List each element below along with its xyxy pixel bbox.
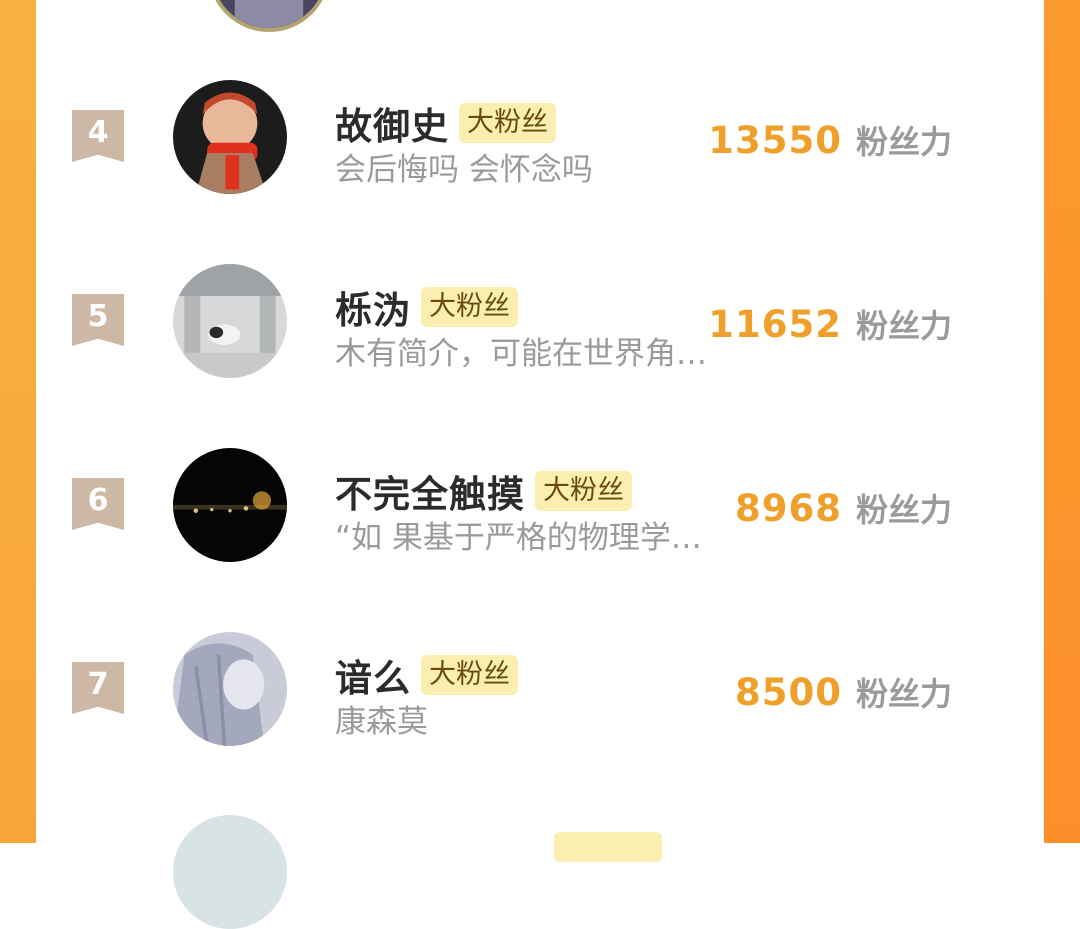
fan-ranking-list: 4 故御史 大粉丝 会后悔吗 会怀念吗 13550 粉丝力 5 栎沩 大粉丝 木… xyxy=(36,0,1044,929)
user-name[interactable]: 栎沩 xyxy=(335,280,411,334)
fan-power-unit: 粉丝力 xyxy=(855,491,952,529)
avatar[interactable] xyxy=(173,448,287,562)
fan-level-badge: 大粉丝 xyxy=(459,103,556,143)
fan-power-value: 8500 xyxy=(735,671,842,714)
user-name[interactable]: 不完全触摸 xyxy=(335,464,525,518)
list-item[interactable]: 5 栎沩 大粉丝 木有简介，可能在世界角… 11652 粉丝力 xyxy=(36,264,1044,448)
fan-power-value: 13550 xyxy=(708,119,842,162)
rank-badge: 5 xyxy=(72,294,124,346)
user-intro: 木有简介，可能在世界角… xyxy=(335,336,707,372)
avatar[interactable] xyxy=(173,264,287,378)
fan-power-value: 8968 xyxy=(735,487,842,530)
list-item[interactable]: 4 故御史 大粉丝 会后悔吗 会怀念吗 13550 粉丝力 xyxy=(36,80,1044,264)
fan-power: 8968 粉丝力 xyxy=(735,485,952,531)
rank-number: 5 xyxy=(87,299,109,334)
fan-level-badge xyxy=(554,832,662,862)
rank-number: 7 xyxy=(87,667,109,702)
fan-power-unit: 粉丝力 xyxy=(855,307,952,345)
fan-power: 13550 粉丝力 xyxy=(708,117,952,163)
fan-level-badge: 大粉丝 xyxy=(535,471,632,511)
list-item[interactable]: 6 不完全触摸 大粉丝 “如 果基于严格的物理学… 8968 粉丝力 xyxy=(36,448,1044,632)
avatar[interactable] xyxy=(173,815,287,929)
fan-power: 8500 粉丝力 xyxy=(735,669,952,715)
fan-power-value: 11652 xyxy=(708,303,842,346)
fan-level-badge: 大粉丝 xyxy=(421,655,518,695)
list-item[interactable]: 7 谙么 大粉丝 康森莫 8500 粉丝力 xyxy=(36,632,1044,816)
avatar[interactable] xyxy=(173,632,287,746)
rank-number: 4 xyxy=(87,115,109,150)
user-name[interactable]: 谙么 xyxy=(335,648,411,702)
user-intro: 会后悔吗 会怀念吗 xyxy=(335,152,593,188)
rank-badge: 7 xyxy=(72,662,124,714)
rank-number: 6 xyxy=(87,483,109,518)
user-intro: 康森莫 xyxy=(335,704,428,740)
fan-power-unit: 粉丝力 xyxy=(855,675,952,713)
user-intro: “如 果基于严格的物理学… xyxy=(335,520,702,556)
left-border xyxy=(0,0,36,843)
avatar[interactable] xyxy=(173,80,287,194)
rank-badge: 4 xyxy=(72,110,124,162)
fan-power: 11652 粉丝力 xyxy=(708,301,952,347)
user-name[interactable]: 故御史 xyxy=(335,96,449,150)
rank-badge: 6 xyxy=(72,478,124,530)
right-border xyxy=(1044,0,1080,843)
fan-level-badge: 大粉丝 xyxy=(421,287,518,327)
fan-power-unit: 粉丝力 xyxy=(855,123,952,161)
avatar[interactable] xyxy=(208,0,330,32)
